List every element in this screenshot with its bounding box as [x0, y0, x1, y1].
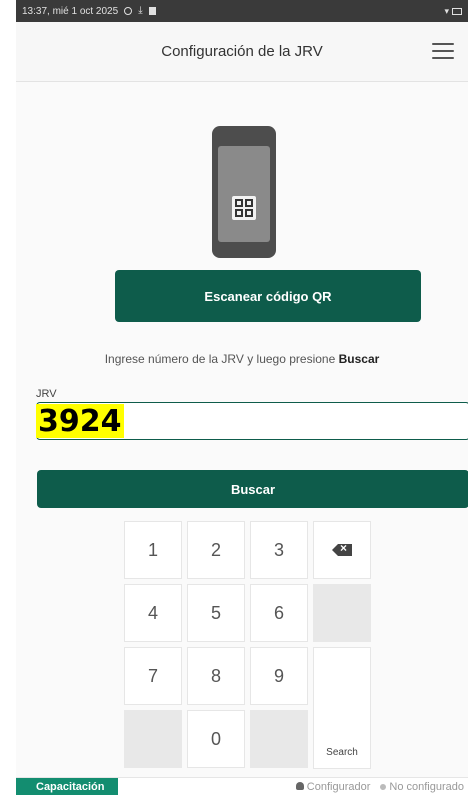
app-header: Configuración de la JRV: [16, 22, 468, 82]
app-screen: 13:37, mié 1 oct 2025 ⤓ ▾ Configuración …: [16, 0, 468, 795]
keypad-key-5[interactable]: 5: [187, 584, 245, 642]
config-status-text: No configurado: [389, 780, 464, 793]
role-text: Configurador: [306, 780, 371, 793]
keypad-blank-key: [313, 584, 371, 642]
keypad-key-8[interactable]: 8: [187, 647, 245, 705]
instruction-text: Ingrese número de la JRV y luego presion…: [16, 352, 468, 366]
status-bar-right: ▾: [444, 6, 462, 17]
page-title: Configuración de la JRV: [161, 43, 323, 60]
keypad-key-2[interactable]: 2: [187, 521, 245, 579]
notification-icon: [148, 7, 156, 15]
qr-code-icon: [232, 196, 256, 220]
qr-square: [235, 209, 243, 217]
search-button[interactable]: Buscar: [37, 470, 468, 508]
keypad-key-3[interactable]: 3: [250, 521, 308, 579]
menu-icon-line: [432, 50, 454, 52]
keypad-blank-key: [250, 710, 308, 768]
keypad-key-9[interactable]: 9: [250, 647, 308, 705]
qr-square: [245, 199, 253, 207]
keypad-blank-key: [124, 710, 182, 768]
signal-icon: ▾: [444, 5, 449, 16]
status-bar: 13:37, mié 1 oct 2025 ⤓ ▾: [16, 0, 468, 22]
keypad-key-7[interactable]: 7: [124, 647, 182, 705]
menu-icon[interactable]: [432, 40, 454, 62]
menu-icon-line: [432, 57, 454, 59]
download-icon: ⤓: [138, 5, 143, 16]
app-frame: 13:37, mié 1 oct 2025 ⤓ ▾ Configuración …: [0, 0, 475, 795]
menu-icon-line: [432, 43, 454, 45]
keypad-key-0[interactable]: 0: [187, 710, 245, 768]
user-icon: [295, 781, 304, 790]
status-bar-left: 13:37, mié 1 oct 2025 ⤓: [22, 6, 444, 17]
keypad-search-key[interactable]: Search: [313, 647, 371, 769]
scan-qr-button[interactable]: Escanear código QR: [115, 270, 421, 322]
footer-status: Configurador No configurado: [118, 781, 468, 793]
backspace-icon: [332, 544, 352, 556]
role-indicator: Configurador: [295, 780, 371, 793]
qr-square: [245, 209, 253, 217]
sync-icon: [124, 7, 133, 15]
instruction-text-main: Ingrese número de la JRV y luego presion…: [104, 352, 339, 366]
phone-qr-illustration: [212, 126, 276, 258]
jrv-field-label: JRV: [36, 388, 57, 400]
jrv-input-value: 3924: [36, 404, 124, 439]
backspace-key[interactable]: [313, 521, 371, 579]
phone-screen: [218, 146, 270, 242]
config-status-indicator: No configurado: [380, 781, 464, 793]
keypad-key-4[interactable]: 4: [124, 584, 182, 642]
qr-square: [235, 199, 243, 207]
instruction-text-action: Buscar: [338, 352, 380, 366]
status-dot-icon: [380, 783, 387, 790]
footer-bar: Capacitación Configurador No configurado: [16, 777, 468, 795]
status-time-date: 13:37, mié 1 oct 2025: [22, 5, 119, 17]
keypad-key-1[interactable]: 1: [124, 521, 182, 579]
battery-icon: [452, 7, 462, 15]
mode-badge: Capacitación: [16, 777, 119, 795]
keypad-key-6[interactable]: 6: [250, 584, 308, 642]
